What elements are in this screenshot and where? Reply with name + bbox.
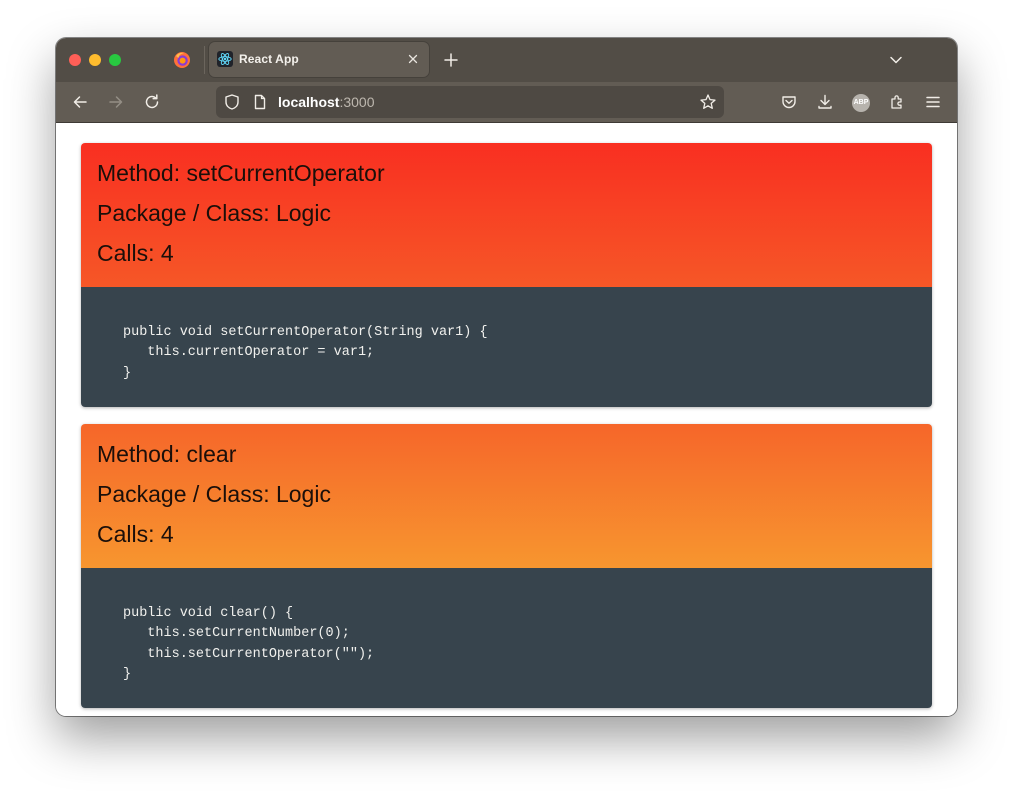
package-class: Package / Class: Logic [97,481,331,507]
method-card-header: Method: setCurrentOperator Package / Cla… [81,143,932,287]
shield-icon[interactable] [223,93,241,111]
navigation-toolbar: localhost:3000 ABP [56,82,957,123]
page-icon[interactable] [251,93,269,111]
pocket-icon[interactable] [780,93,798,111]
adblock-plus-icon[interactable]: ABP [852,94,870,112]
method-source: public void setCurrentOperator(String va… [123,325,488,381]
hamburger-icon[interactable] [924,93,942,111]
method-card-header: Method: clear Package / Class: Logic Cal… [81,424,932,568]
url-host: localhost [278,94,340,110]
url-port: :3000 [339,94,375,110]
method-name: Method: clear [97,441,237,467]
close-icon[interactable] [405,51,421,67]
chevron-down-icon[interactable] [888,52,904,68]
url-text[interactable]: localhost:3000 [278,94,375,110]
code-block: public void setCurrentOperator(String va… [81,287,932,407]
tab-title: React App [239,52,299,66]
method-source: public void clear() { this.setCurrentNum… [123,606,375,683]
package-class: Package / Class: Logic [97,200,331,226]
arrow-left-icon[interactable] [71,93,89,111]
tab-react-app[interactable]: React App [209,42,429,77]
browser-window: React App localhost:3000 ABP Method: set… [56,38,957,716]
page-content: Method: setCurrentOperator Package / Cla… [56,123,957,716]
method-name: Method: setCurrentOperator [97,160,385,186]
url-bar[interactable]: localhost:3000 [216,86,724,118]
tab-separator [204,46,205,74]
firefox-icon [174,52,190,68]
code-block: public void clear() { this.setCurrentNum… [81,568,932,708]
window-minimize-button[interactable] [89,54,101,66]
tab-strip: React App [56,38,957,82]
reload-icon[interactable] [143,93,161,111]
window-close-button[interactable] [69,54,81,66]
star-icon[interactable] [699,93,717,111]
react-icon [217,51,233,67]
window-maximize-button[interactable] [109,54,121,66]
method-card: Method: clear Package / Class: Logic Cal… [81,424,932,708]
plus-icon[interactable] [442,51,460,69]
download-icon[interactable] [816,93,834,111]
method-card: Method: setCurrentOperator Package / Cla… [81,143,932,407]
call-count: Calls: 4 [97,521,174,547]
call-count: Calls: 4 [97,240,174,266]
puzzle-icon[interactable] [888,93,906,111]
arrow-right-icon[interactable] [107,93,125,111]
